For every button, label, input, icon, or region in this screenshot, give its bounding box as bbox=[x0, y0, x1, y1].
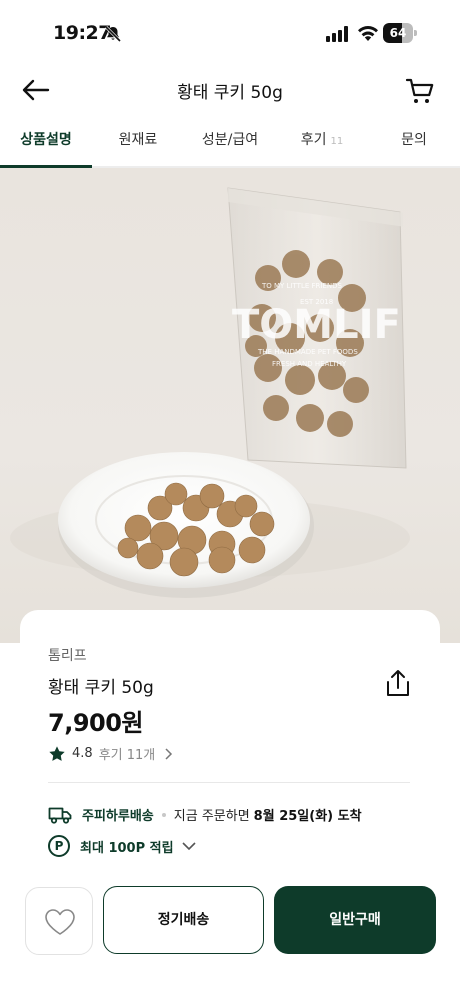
product-info-card: 톰리프 황태 쿠키 50g 7,900원 4.8 후기 11개 주피하루배송 지… bbox=[20, 610, 440, 900]
separator-dot bbox=[161, 812, 166, 817]
tab-label: 문의 bbox=[401, 132, 427, 148]
tab-bar: 상품설명 원재료 성분/급여 후기 11 문의 bbox=[0, 118, 460, 168]
product-photo-illustration: TO MY LITTLE FRIENDS EST 2018 TOMLIF THE… bbox=[10, 187, 410, 598]
tab-label: 상품설명 bbox=[20, 132, 72, 148]
battery-indicator: 64 bbox=[383, 23, 417, 43]
truck-icon bbox=[48, 807, 72, 824]
package-label-line3: THE HANDMADE PET FOODS bbox=[257, 348, 358, 356]
bottom-action-bar: 정기배송 일반구매 bbox=[0, 876, 460, 1000]
status-bar: 19:27 64 bbox=[0, 0, 460, 64]
page-title: 황태 쿠키 50g bbox=[177, 83, 283, 103]
subscribe-button[interactable]: 정기배송 bbox=[103, 886, 264, 954]
tab-nutrition[interactable]: 성분/급여 bbox=[184, 118, 276, 166]
heart-icon bbox=[45, 909, 75, 935]
tab-label: 성분/급여 bbox=[201, 132, 259, 148]
app-header: 황태 쿠키 50g bbox=[0, 64, 460, 116]
product-price: 7,900원 bbox=[48, 709, 144, 737]
package-label-line4: FRESH AND HEALTHY bbox=[272, 360, 347, 368]
rating-value: 4.8 bbox=[72, 746, 93, 761]
wifi-icon bbox=[358, 25, 378, 41]
wishlist-button[interactable] bbox=[25, 887, 93, 955]
points-text: 최대 100P 적립 bbox=[80, 840, 174, 856]
rating-row[interactable]: 4.8 후기 11개 bbox=[48, 744, 173, 763]
signal-icon bbox=[326, 26, 348, 42]
buy-now-button[interactable]: 일반구매 bbox=[274, 886, 436, 954]
tab-label: 후기 bbox=[300, 132, 327, 148]
package-brand: TOMLIF bbox=[232, 302, 401, 348]
delivery-info: 주피하루배송 지금 주문하면 8월 25일(화) 도착 bbox=[48, 805, 362, 824]
tab-label: 원재료 bbox=[118, 132, 158, 148]
tab-reviews[interactable]: 후기 11 bbox=[276, 118, 368, 166]
review-count-link[interactable]: 후기 11개 bbox=[99, 744, 156, 763]
share-icon[interactable] bbox=[384, 668, 412, 698]
delivery-date: 8월 25일(화) 도착 bbox=[253, 809, 362, 824]
bell-slash-icon bbox=[104, 25, 122, 43]
tab-description[interactable]: 상품설명 bbox=[0, 118, 92, 168]
chevron-down-icon[interactable] bbox=[181, 841, 196, 851]
status-time: 19:27 bbox=[53, 22, 111, 44]
chevron-right-icon bbox=[165, 747, 173, 760]
tab-inquiry[interactable]: 문의 bbox=[368, 118, 460, 166]
cart-icon[interactable] bbox=[404, 76, 436, 106]
delivery-text: 지금 주문하면 bbox=[173, 809, 250, 824]
product-name: 황태 쿠키 50g bbox=[48, 678, 154, 698]
points-icon: P bbox=[48, 835, 70, 857]
divider bbox=[48, 782, 410, 783]
product-image[interactable]: TO MY LITTLE FRIENDS EST 2018 TOMLIF THE… bbox=[0, 168, 460, 643]
brand-name[interactable]: 톰리프 bbox=[48, 645, 87, 665]
star-icon bbox=[49, 745, 65, 761]
battery-text: 64 bbox=[389, 26, 407, 40]
package-label-line1: TO MY LITTLE FRIENDS bbox=[261, 282, 342, 290]
points-info[interactable]: P 최대 100P 적립 bbox=[48, 835, 196, 857]
delivery-service-name: 주피하루배송 bbox=[82, 809, 154, 824]
tab-review-count: 11 bbox=[330, 136, 344, 147]
tab-ingredients[interactable]: 원재료 bbox=[92, 118, 184, 166]
